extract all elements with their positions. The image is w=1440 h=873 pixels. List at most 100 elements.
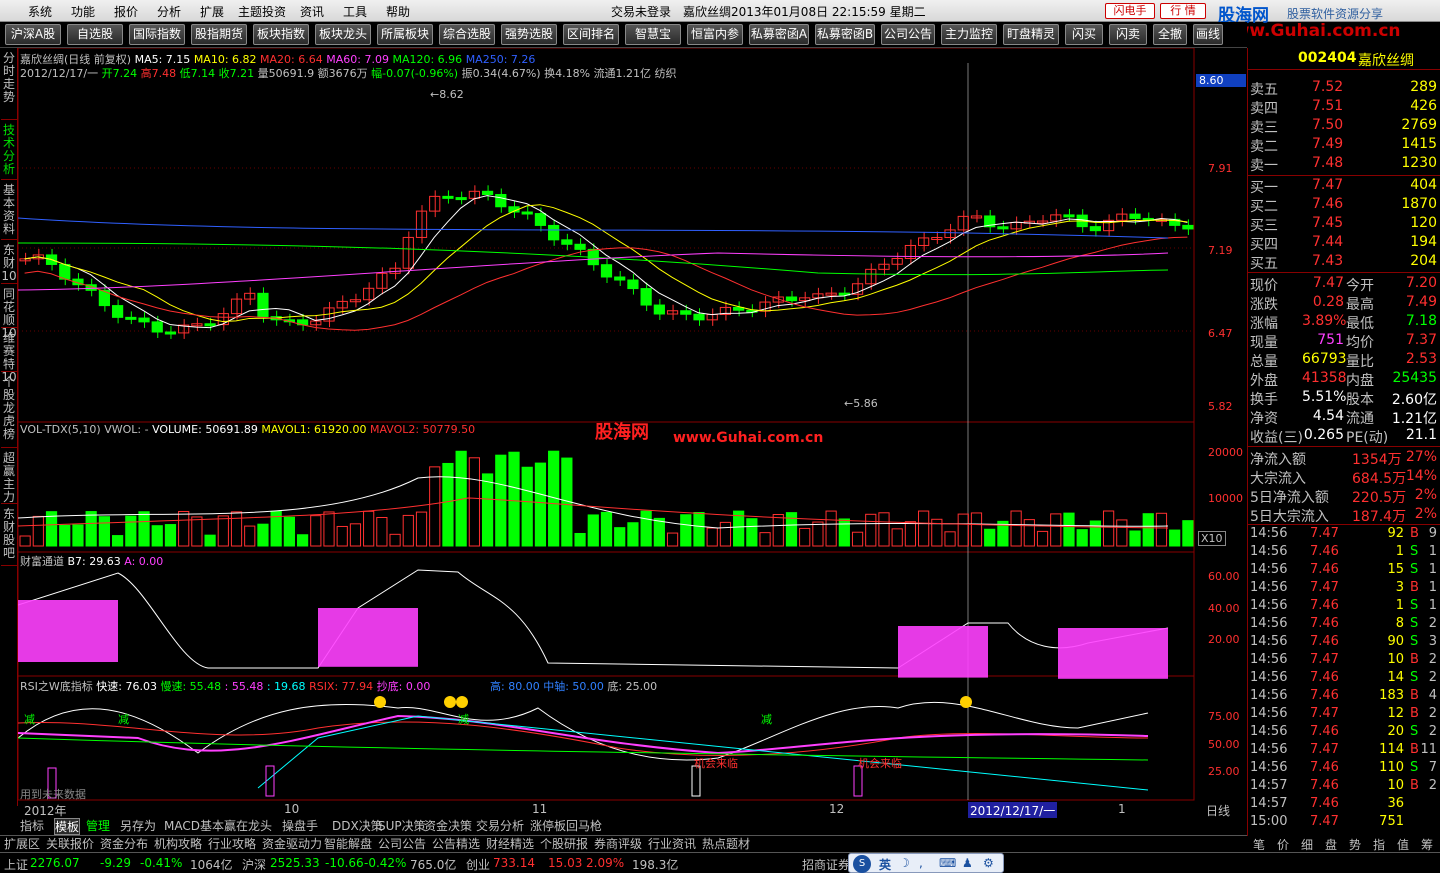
- menu-item-8[interactable]: 帮助: [386, 3, 410, 20]
- indicator-tab-4[interactable]: MACD基本: [164, 818, 224, 835]
- chart-area[interactable]: 嘉欣丝绸(日线 前复权) MA5: 7.15 MA10: 6.82 MA20: …: [18, 48, 1247, 806]
- quote-tab-4[interactable]: 势: [1349, 836, 1361, 853]
- volume-bar-50: [680, 514, 692, 547]
- extension-tab-0[interactable]: 扩展区: [4, 836, 40, 852]
- toolbar-button-11[interactable]: 恒富内参: [687, 24, 743, 45]
- menu-item-7[interactable]: 工具: [343, 3, 367, 20]
- indicator-tab-11[interactable]: 涨停板回马枪: [530, 818, 602, 835]
- left-nav-tab-8[interactable]: 东财股吧: [1, 506, 17, 566]
- menu-item-5[interactable]: 主题投资: [238, 3, 286, 20]
- menu-item-6[interactable]: 资讯: [300, 3, 324, 20]
- indicator-tab-2[interactable]: 管理: [86, 818, 110, 835]
- menu-item-4[interactable]: 扩展: [200, 3, 224, 20]
- extension-tab-13[interactable]: 热点题材: [702, 836, 750, 852]
- extension-tab-12[interactable]: 行业资讯: [648, 836, 696, 852]
- ime-user-icon[interactable]: ♟: [962, 856, 973, 870]
- left-nav-tab-3[interactable]: 东财10: [1, 242, 17, 284]
- menu-item-0[interactable]: 系统: [28, 3, 52, 20]
- left-nav-tab-0[interactable]: 分时走势: [1, 50, 17, 120]
- toolbar-button-14[interactable]: 公司公告: [881, 24, 935, 45]
- menu-item-3[interactable]: 分析: [157, 3, 181, 20]
- indicator-tab-0[interactable]: 指标: [20, 818, 44, 835]
- left-nav-tab-1[interactable]: 技术分析: [1, 122, 17, 180]
- indicator-tab-8[interactable]: SUP决策: [378, 818, 426, 835]
- extension-tab-6[interactable]: 智能解盘: [324, 836, 372, 852]
- ime-mode-label[interactable]: 英: [879, 856, 891, 873]
- quote-tab-2[interactable]: 细: [1301, 836, 1313, 853]
- extension-tab-2[interactable]: 资金分布: [100, 836, 148, 852]
- left-nav-tab-7[interactable]: 超赢主力: [1, 450, 17, 504]
- period-label[interactable]: 日线: [1206, 802, 1230, 819]
- rsi-reduce-label-3: 减: [458, 713, 469, 726]
- quote-tab-1[interactable]: 价: [1277, 836, 1289, 853]
- toolbar-button-12[interactable]: 私募密函A: [749, 24, 809, 45]
- ime-keyboard-icon[interactable]: ⌨: [939, 856, 956, 870]
- rsi-levels: 高: 80.00 中轴: 50.00 底: 25.00: [490, 680, 658, 693]
- toolbar-button-6[interactable]: 所属板块: [377, 24, 433, 45]
- quote-tab-0[interactable]: 笔: [1253, 836, 1265, 853]
- toolbar-button-15[interactable]: 主力监控: [941, 24, 997, 45]
- y-tick-wealth-3: 20.00: [1208, 633, 1240, 646]
- panel-frame-2: [18, 551, 1195, 677]
- indicator-tab-1[interactable]: 模板: [54, 818, 81, 835]
- toolbar-button-20[interactable]: 画线: [1193, 24, 1223, 45]
- quote-tab-3[interactable]: 盘: [1325, 836, 1337, 853]
- toolbar-button-8[interactable]: 强势选股: [501, 24, 557, 45]
- extension-tab-3[interactable]: 机构攻略: [154, 836, 202, 852]
- toolbar-button-1[interactable]: 自选股: [67, 24, 123, 45]
- extension-tab-9[interactable]: 财经精选: [486, 836, 534, 852]
- left-nav-tab-5[interactable]: 维赛特10: [1, 330, 17, 384]
- extension-tab-4[interactable]: 行业攻略: [208, 836, 256, 852]
- ime-moon-icon[interactable]: ☽: [899, 856, 910, 870]
- toolbar-button-3[interactable]: 股指期货: [191, 24, 247, 45]
- toolbar-button-7[interactable]: 综合选股: [439, 24, 495, 45]
- extension-tab-5[interactable]: 资金驱动力: [262, 836, 322, 852]
- ime-toolbar[interactable]: S 英 ☽ , ⌨ ♟ ⚙: [848, 853, 1004, 873]
- volume-bar-49: [666, 532, 679, 547]
- indicator-tab-9[interactable]: 资金决策: [424, 818, 472, 835]
- toolbar-button-0[interactable]: 沪深A股: [5, 24, 61, 45]
- volume-bar-47: [640, 510, 652, 547]
- toolbar-button-10[interactable]: 智慧宝: [625, 24, 681, 45]
- volume-bar-31: [429, 466, 441, 547]
- quote-tab-5[interactable]: 指: [1373, 836, 1385, 853]
- extension-tab-7[interactable]: 公司公告: [378, 836, 426, 852]
- tick-row-3: 14:56 7.47 3 B 1: [1250, 580, 1437, 595]
- toolbar-button-18[interactable]: 闪卖: [1109, 24, 1147, 45]
- extension-tab-8[interactable]: 公告精选: [432, 836, 480, 852]
- extension-tab-10[interactable]: 个股研报: [540, 836, 588, 852]
- volume-bar-32: [442, 462, 454, 547]
- status-bar: 上证 2276.07 -9.29 -0.41% 1064亿 沪深 2525.33…: [0, 852, 1440, 873]
- ime-punct-icon[interactable]: ,: [919, 856, 923, 870]
- toolbar-button-5[interactable]: 板块龙头: [315, 24, 371, 45]
- quote-tab-7[interactable]: 筹: [1421, 836, 1433, 853]
- left-nav-tab-6[interactable]: 个股龙虎榜: [1, 374, 17, 448]
- indicator-tab-10[interactable]: 交易分析: [476, 818, 524, 835]
- indicator-tab-5[interactable]: 赢在龙头: [224, 818, 272, 835]
- rsi-header: RSI之W底指标 快速: 76.03 慢速: 55.48 : 55.48 : 1…: [20, 680, 431, 693]
- flash-trade-button[interactable]: 闪电手: [1105, 3, 1155, 19]
- extension-tab-11[interactable]: 券商评级: [594, 836, 642, 852]
- menu-item-2[interactable]: 报价: [114, 3, 138, 20]
- toolbar-button-4[interactable]: 板块指数: [253, 24, 309, 45]
- quote-button[interactable]: 行 情: [1160, 3, 1206, 19]
- tick-row-15: 14:57 7.46 36: [1250, 796, 1404, 811]
- left-nav-tab-2[interactable]: 基本资料: [1, 182, 17, 240]
- toolbar-button-9[interactable]: 区间排名: [563, 24, 619, 45]
- menu-item-1[interactable]: 功能: [71, 3, 95, 20]
- indicator-tab-7[interactable]: DDX决策: [332, 818, 383, 835]
- extension-tab-1[interactable]: 关联报价: [46, 836, 94, 852]
- toolbar-button-19[interactable]: 全撤: [1153, 24, 1187, 45]
- indicator-tab-6[interactable]: 操盘手: [282, 818, 318, 835]
- stock-header: 002404 嘉欣丝绸: [1248, 48, 1440, 70]
- volume-bar-5: [85, 511, 97, 547]
- toolbar-button-2[interactable]: 国际指数: [129, 24, 185, 45]
- indicator-tab-3[interactable]: 另存为: [120, 818, 156, 835]
- toolbar-button-17[interactable]: 闪买: [1065, 24, 1103, 45]
- quote-tab-6[interactable]: 值: [1397, 836, 1409, 853]
- left-nav-tab-4[interactable]: 同花顺10: [1, 286, 17, 340]
- toolbar-button-16[interactable]: 盯盘精灵: [1003, 24, 1059, 45]
- ask-row-0: 卖五 7.52 289: [1250, 79, 1437, 98]
- toolbar-button-13[interactable]: 私募密函B: [815, 24, 875, 45]
- ime-settings-icon[interactable]: ⚙: [983, 856, 994, 870]
